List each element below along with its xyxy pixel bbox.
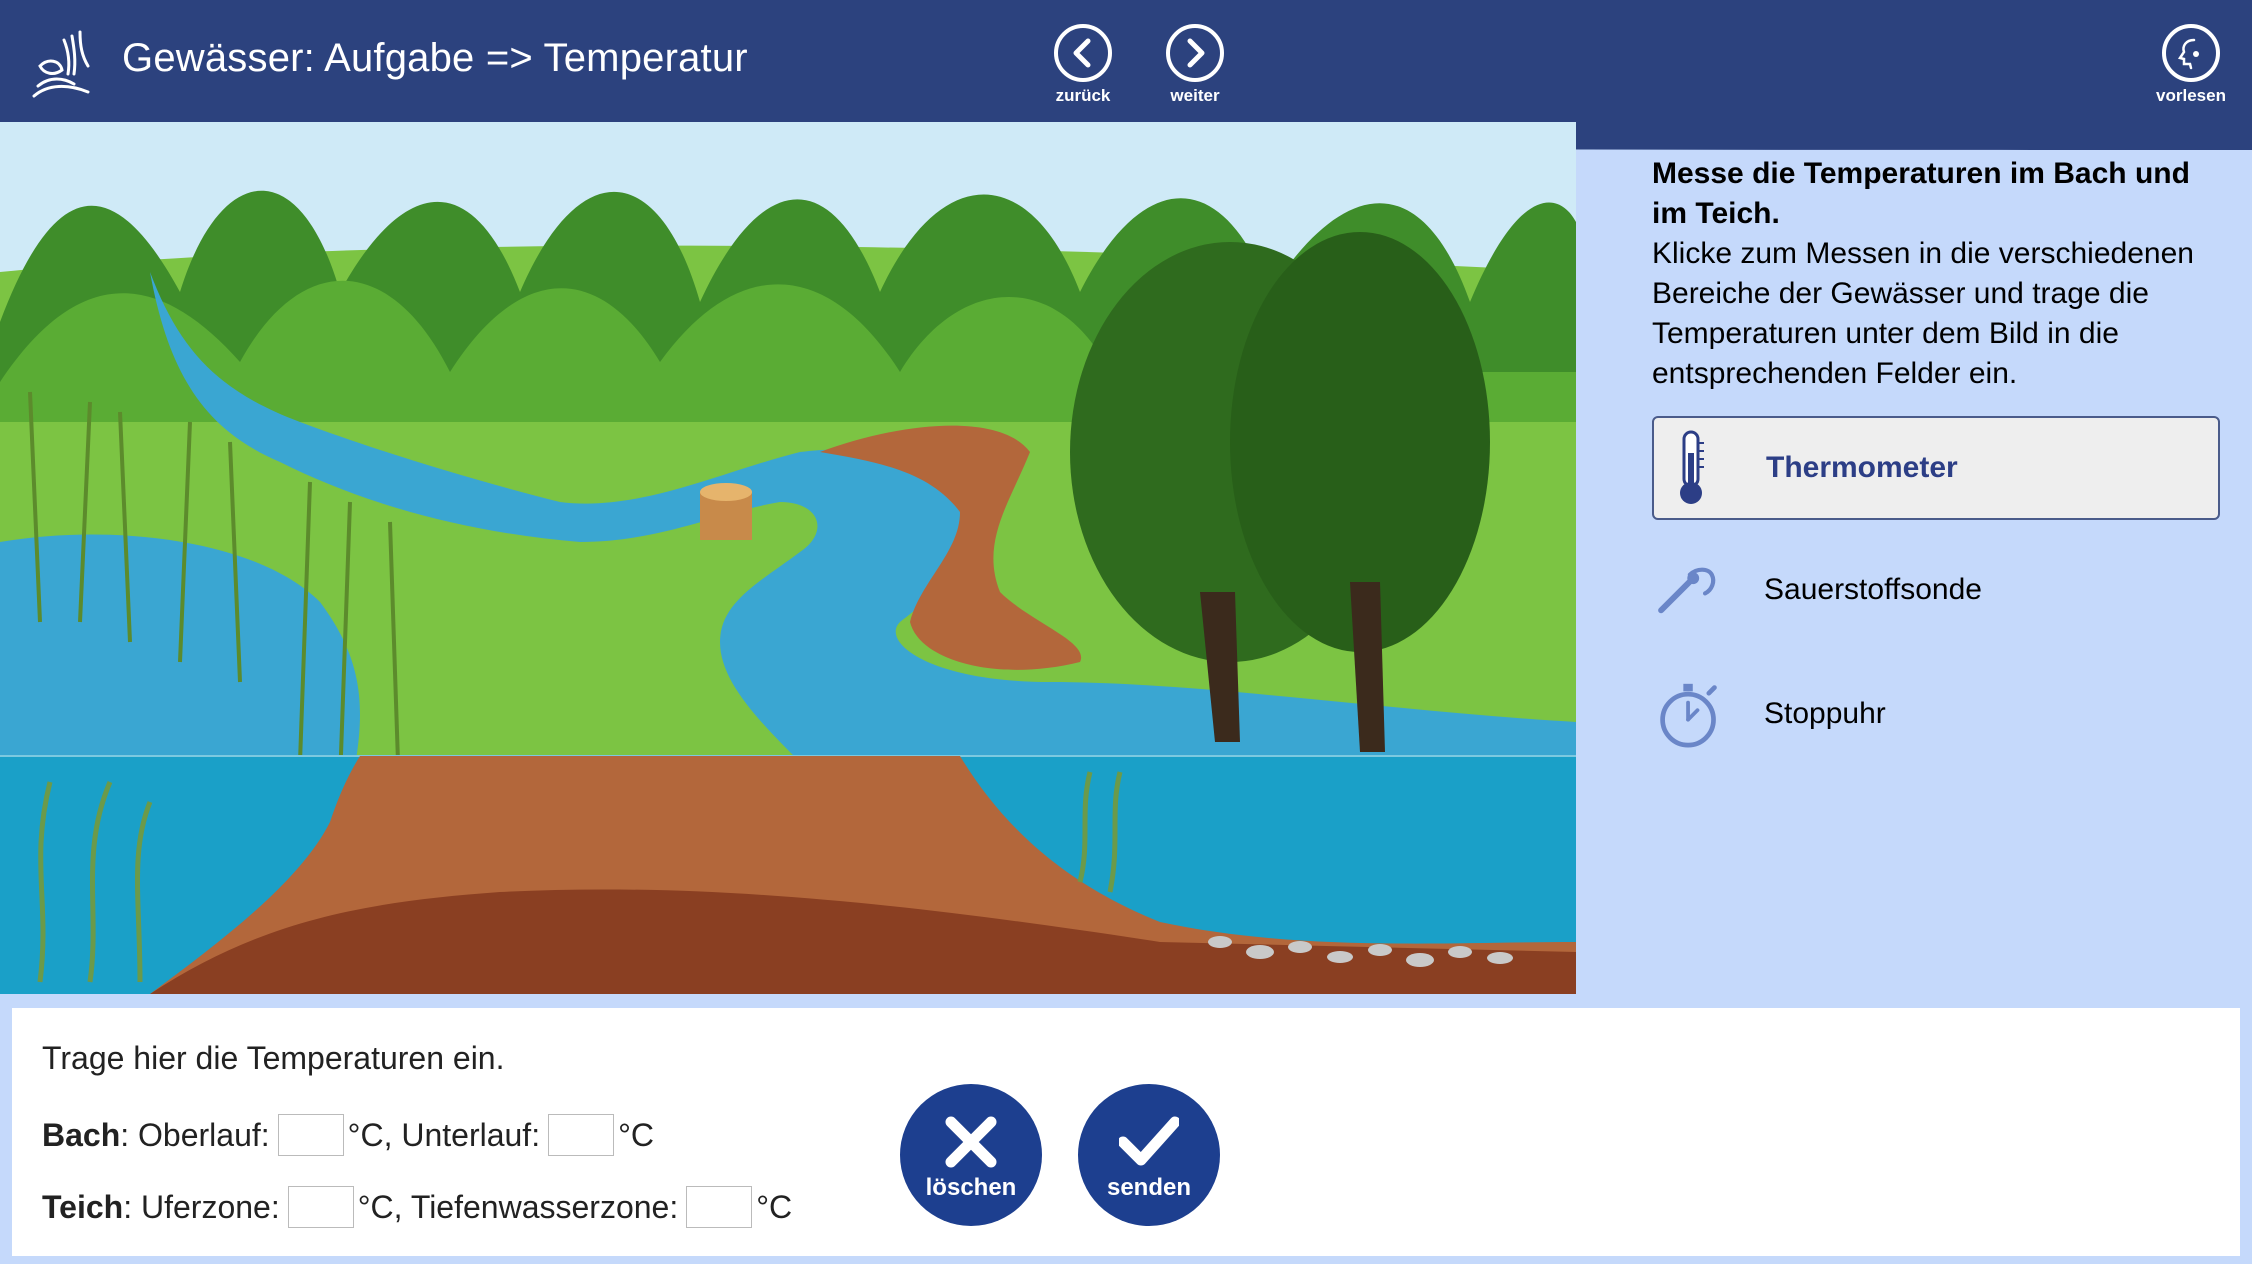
speaker-head-icon bbox=[2162, 24, 2220, 82]
form-title: Trage hier die Temperaturen ein. bbox=[42, 1040, 505, 1076]
bach-row: Bach : Oberlauf: °C, Unterlauf: °C bbox=[42, 1114, 654, 1156]
tiefenwasser-input[interactable] bbox=[686, 1186, 753, 1228]
app-window: Gewässer: Aufgabe => Temperatur zurück w… bbox=[0, 0, 2252, 1264]
tree-stump bbox=[700, 483, 752, 540]
unterlauf-label: °C, Unterlauf: bbox=[347, 1116, 541, 1153]
tool-thermometer[interactable]: Thermometer bbox=[1652, 416, 2220, 520]
send-button[interactable]: senden bbox=[1078, 1084, 1220, 1226]
read-aloud-label: vorlesen bbox=[2156, 86, 2226, 105]
uferzone-label: : Uferzone: bbox=[123, 1188, 280, 1225]
tool-stopwatch-label: Stoppuhr bbox=[1764, 697, 1886, 730]
close-icon bbox=[945, 1116, 997, 1168]
tool-oxygen-probe-label: Sauerstoffsonde bbox=[1764, 573, 1982, 606]
oberlauf-input[interactable] bbox=[277, 1114, 344, 1156]
chevron-right-icon bbox=[1166, 24, 1224, 82]
clear-button[interactable]: löschen bbox=[900, 1084, 1042, 1226]
send-label: senden bbox=[1106, 1174, 1192, 1201]
page-title: Gewässer: Aufgabe => Temperatur bbox=[122, 36, 748, 80]
teich-label: Teich bbox=[42, 1188, 124, 1225]
checkmark-icon bbox=[1119, 1116, 1179, 1166]
next-label: weiter bbox=[1170, 86, 1220, 105]
instruction-heading: Messe die Temperaturen im Bach und im Te… bbox=[1652, 157, 2190, 230]
thermometer-icon bbox=[1658, 428, 1724, 508]
bach-label: Bach bbox=[42, 1116, 121, 1153]
read-aloud-button[interactable]: vorlesen bbox=[2146, 24, 2236, 106]
uferzone-input[interactable] bbox=[287, 1186, 354, 1228]
unterlauf-input[interactable] bbox=[548, 1114, 615, 1156]
tool-stopwatch[interactable]: Stoppuhr bbox=[1652, 662, 2220, 766]
back-button[interactable]: zurück bbox=[1038, 24, 1128, 106]
next-button[interactable]: weiter bbox=[1150, 24, 1240, 106]
clear-label: löschen bbox=[925, 1174, 1017, 1201]
teich-unit: °C bbox=[756, 1188, 793, 1225]
teich-row: Teich : Uferzone: °C, Tiefenwasserzone: … bbox=[42, 1186, 792, 1228]
tiefenwasser-label: °C, Tiefenwasserzone: bbox=[357, 1188, 679, 1225]
pond-stream-scene[interactable] bbox=[0, 122, 1576, 994]
instruction-text: Klicke zum Messen in die verschiedenen B… bbox=[1652, 237, 2194, 390]
instruction-panel: Messe die Temperaturen im Bach und im Te… bbox=[1652, 154, 2222, 394]
bach-unit: °C bbox=[618, 1116, 654, 1153]
tool-thermometer-label: Thermometer bbox=[1766, 451, 1958, 484]
tool-oxygen-probe[interactable]: Sauerstoffsonde bbox=[1652, 538, 2220, 642]
back-label: zurück bbox=[1055, 86, 1111, 105]
oxygen-probe-icon bbox=[1656, 550, 1722, 630]
pond-logo-icon bbox=[32, 30, 90, 98]
oberlauf-label: : Oberlauf: bbox=[120, 1116, 270, 1153]
chevron-left-icon bbox=[1054, 24, 1112, 82]
stopwatch-icon bbox=[1656, 674, 1722, 754]
